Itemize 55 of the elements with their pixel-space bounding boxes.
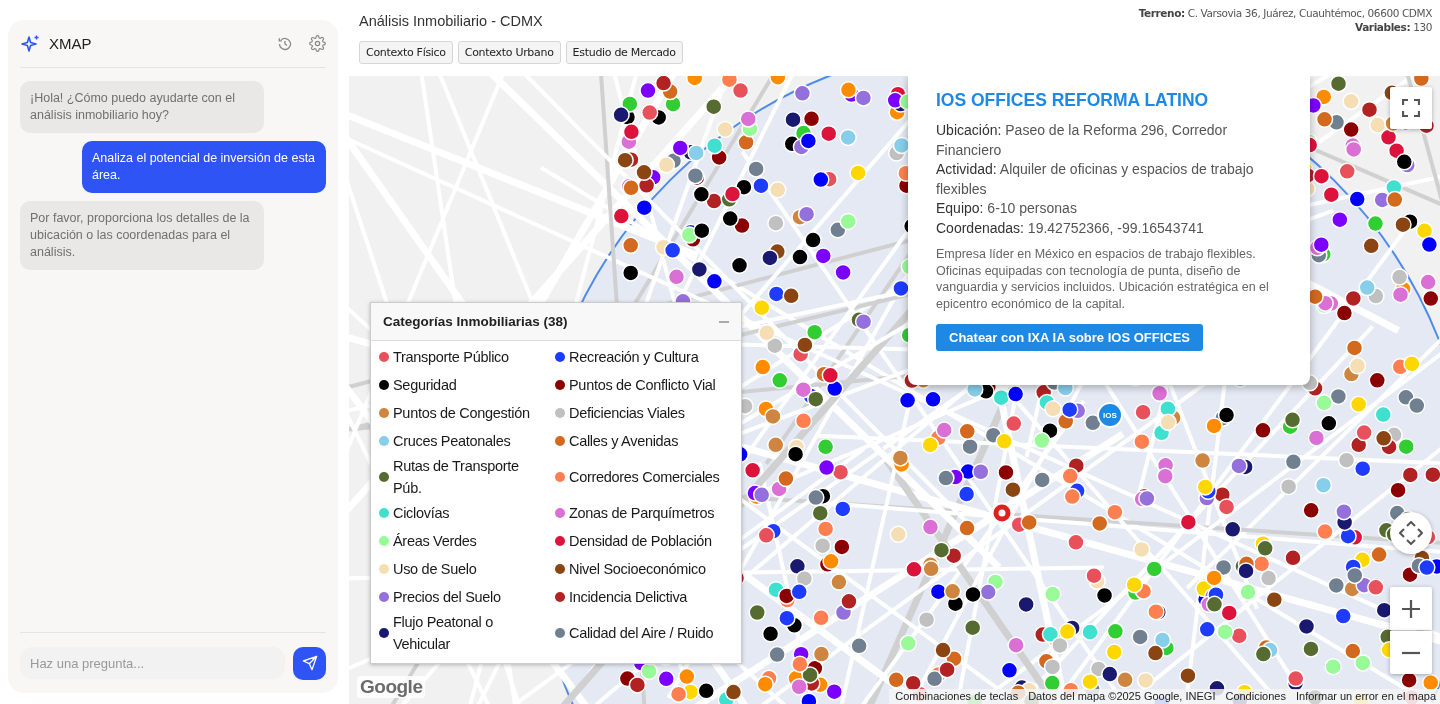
map-logo: Google (357, 676, 426, 698)
popup-field: Equipo: 6-10 personas (936, 199, 1282, 219)
popup-title: IOS OFFICES REFORMA LATINO (936, 90, 1210, 111)
legend-label: Deficiencias Viales (569, 404, 685, 423)
zoom-in-button[interactable] (1390, 587, 1432, 630)
popup-description: Empresa líder en México en espacios de trabajo flexibles. Oficinas equipadas con tecnología de punta, diseño de vanguardia y servicios incluidos. Ubicación estratégica en el epicentro económico de la capital. (936, 246, 1270, 312)
assistant-message: ¡Hola! ¿Cómo puedo ayudarte con el análisis inmobiliario hoy? (20, 81, 264, 133)
plus-icon (1402, 599, 1420, 618)
legend-label: Rutas de Transporte Púb. (393, 457, 520, 498)
fullscreen-icon (1402, 99, 1420, 117)
four-arrows-icon (1399, 521, 1423, 545)
settings-icon[interactable] (309, 35, 326, 52)
minus-icon (1402, 650, 1420, 655)
legend-label: Puntos de Congestión (393, 404, 530, 423)
legend-label: Seguridad (393, 376, 457, 395)
map-footer-link[interactable]: Combinaciones de teclas (895, 690, 1019, 702)
site-info-text: Terreno: C. Varsovia 36, Juárez, Cuauhtémoc, 06600 CDMX (1138, 7, 1432, 19)
tab-button[interactable]: Contexto Urbano (457, 41, 561, 64)
legend-label: Áreas Verdes (393, 532, 477, 551)
tab-button[interactable]: Estudio de Mercado (565, 41, 683, 64)
legend-label: Calidad del Aire / Ruido (569, 624, 714, 643)
legend-label: Precios del Suelo (393, 588, 501, 607)
popup-field: Actividad: Alquiler de oficinas y espacios de trabajo flexibles (936, 160, 1282, 199)
fullscreen-button[interactable] (1390, 87, 1432, 129)
map-footer-link[interactable]: Informar un error en el mapa (1296, 690, 1436, 702)
send-button[interactable] (293, 646, 326, 680)
chat-about-button[interactable]: Chatear con IXA IA sobre IOS OFFICES (936, 324, 1204, 351)
map-footer-link[interactable]: Condiciones (1225, 690, 1286, 702)
legend-label: Recreación y Cultura (569, 348, 699, 367)
send-icon (301, 655, 318, 671)
popup-field: Coordenadas: 19.42752366, -99.16543741 (936, 218, 1282, 238)
tab-button[interactable]: Contexto Físico (359, 41, 453, 64)
sparkle-icon (21, 33, 41, 54)
legend-label: Nivel Socioeconómico (569, 560, 706, 579)
legend-label: Uso de Suelo (393, 560, 477, 579)
legend-label: Densidad de Población (569, 532, 712, 551)
popup-field: Ubicación: Paseo de la Reforma 296, Corredor Financiero (936, 121, 1282, 160)
history-icon[interactable] (277, 35, 293, 52)
legend-label: Puntos de Conflicto Vial (569, 376, 716, 395)
legend-label: Cruces Peatonales (393, 432, 511, 451)
user-message: Analiza el potencial de inversión de esta área. (82, 141, 326, 193)
page-title: Análisis Inmobiliario - CDMX (359, 13, 544, 29)
legend-label: Zonas de Parquímetros (569, 504, 715, 523)
site-info-text: Variables: 130 (1355, 21, 1432, 33)
map-data-notice: Datos del mapa ©2025 Google, INEGI (1028, 690, 1216, 702)
legend-title: Categorías Inmobiliarias (38) (383, 314, 568, 329)
app-title: XMAP (49, 35, 93, 52)
legend-label: Transporte Público (393, 348, 509, 367)
legend-label: Calles y Avenidas (569, 432, 679, 451)
assistant-message: Por favor, proporciona los detalles de la ubicación o las coordenadas para el análisis. (20, 201, 264, 270)
legend-label: Ciclovías (393, 504, 450, 523)
legend-label: Incidencia Delictiva (569, 588, 688, 607)
chat-input-field[interactable]: Haz una pregunta... (20, 647, 285, 679)
legend-label: Corredores Comerciales (569, 468, 720, 487)
legend-label: Flujo Peatonal o Vehicular (393, 613, 494, 654)
